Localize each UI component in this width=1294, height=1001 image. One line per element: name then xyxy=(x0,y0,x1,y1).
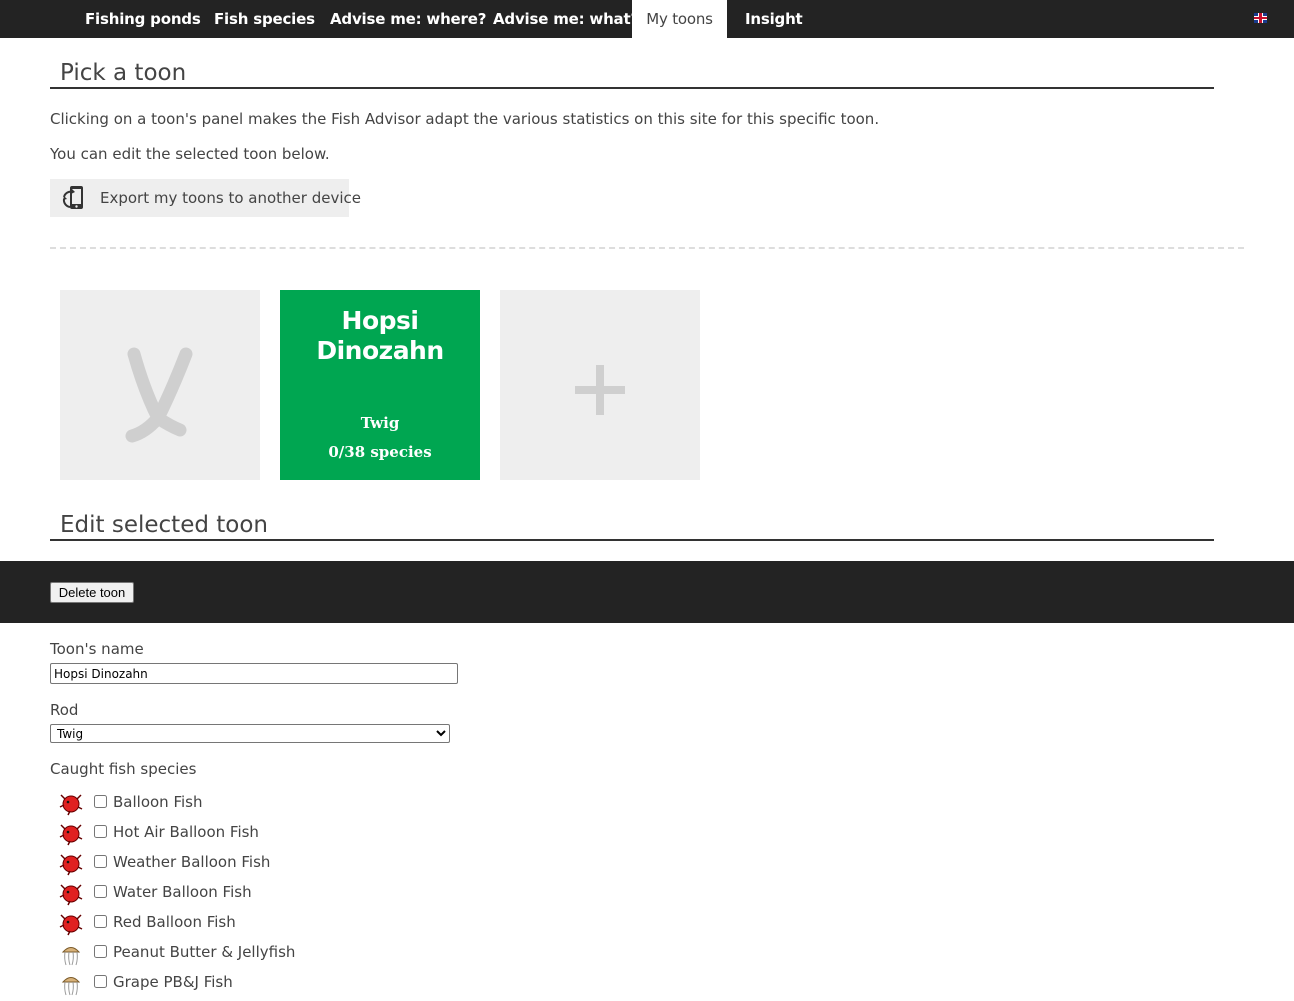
divider xyxy=(50,247,1244,249)
edit-hint-text: You can edit the selected toon below. xyxy=(50,145,330,163)
toon-card-remove[interactable] xyxy=(60,290,260,480)
balloon-fish-icon xyxy=(59,824,83,846)
balloon-fish-icon xyxy=(59,794,83,816)
x-icon xyxy=(125,347,193,443)
intro-text: Clicking on a toon's panel makes the Fis… xyxy=(50,110,880,128)
list-item: Red Balloon Fish xyxy=(58,911,458,941)
rod-label: Rod xyxy=(50,701,79,719)
tab-insight[interactable]: Insight xyxy=(745,0,803,38)
tab-fish-species[interactable]: Fish species xyxy=(214,0,315,38)
export-toons-button[interactable]: Export my toons to another device xyxy=(50,179,361,217)
list-item: Water Balloon Fish xyxy=(58,881,458,911)
fish-checkbox[interactable] xyxy=(94,915,107,928)
jellyfish-icon xyxy=(61,947,81,966)
list-item: Weather Balloon Fish xyxy=(58,851,458,881)
fish-checkbox[interactable] xyxy=(94,975,107,988)
fish-checkbox[interactable] xyxy=(94,885,107,898)
toolbar xyxy=(0,561,1294,623)
fish-name: Water Balloon Fish xyxy=(113,883,252,901)
tab-fishing-ponds[interactable]: Fishing ponds xyxy=(85,0,201,38)
toon-name-input[interactable] xyxy=(50,663,458,684)
title-underline xyxy=(50,539,1214,541)
tab-advise-where[interactable]: Advise me: where? xyxy=(330,0,486,38)
toon-species-count: 0/38 species xyxy=(328,443,432,461)
fish-checkbox[interactable] xyxy=(94,825,107,838)
fish-checkbox[interactable] xyxy=(94,795,107,808)
fish-name: Balloon Fish xyxy=(113,793,203,811)
toon-card-selected[interactable]: Hopsi Dinozahn Twig 0/38 species xyxy=(280,290,480,480)
fish-name: Red Balloon Fish xyxy=(113,913,236,931)
pick-toon-title: Pick a toon xyxy=(60,60,187,86)
title-underline xyxy=(50,87,1214,89)
phone-transfer-icon xyxy=(62,186,83,209)
list-item: Hot Air Balloon Fish xyxy=(58,821,458,851)
toon-rod: Twig xyxy=(360,414,400,432)
list-item: Peanut Butter & Jellyfish xyxy=(58,941,458,971)
jellyfish-icon xyxy=(61,977,81,996)
uk-flag-icon[interactable] xyxy=(1254,13,1267,23)
tab-my-toons[interactable]: My toons xyxy=(632,0,727,38)
toon-name: Hopsi Dinozahn xyxy=(316,306,444,365)
balloon-fish-icon xyxy=(59,854,83,876)
fish-name: Hot Air Balloon Fish xyxy=(113,823,259,841)
tab-advise-what[interactable]: Advise me: what? xyxy=(493,0,639,38)
delete-toon-button[interactable]: Delete toon xyxy=(50,582,134,603)
fish-name: Grape PB&J Fish xyxy=(113,973,233,991)
caught-species-label: Caught fish species xyxy=(50,760,197,778)
fish-name: Peanut Butter & Jellyfish xyxy=(113,943,296,961)
balloon-fish-icon xyxy=(59,914,83,936)
fish-name: Weather Balloon Fish xyxy=(113,853,271,871)
top-navigation: Fishing ponds Fish species Advise me: wh… xyxy=(0,0,1294,38)
list-item: Balloon Fish xyxy=(58,791,458,821)
edit-toon-title: Edit selected toon xyxy=(60,512,268,538)
rod-select[interactable]: Twig xyxy=(50,724,450,743)
fish-checkbox[interactable] xyxy=(94,855,107,868)
toon-card-add[interactable] xyxy=(500,290,700,480)
fish-checkbox[interactable] xyxy=(94,945,107,958)
export-toons-label: Export my toons to another device xyxy=(100,189,361,207)
balloon-fish-icon xyxy=(59,884,83,906)
list-item: Grape PB&J Fish xyxy=(58,971,458,1001)
plus-icon xyxy=(575,365,625,415)
toon-name-label: Toon's name xyxy=(50,640,144,658)
